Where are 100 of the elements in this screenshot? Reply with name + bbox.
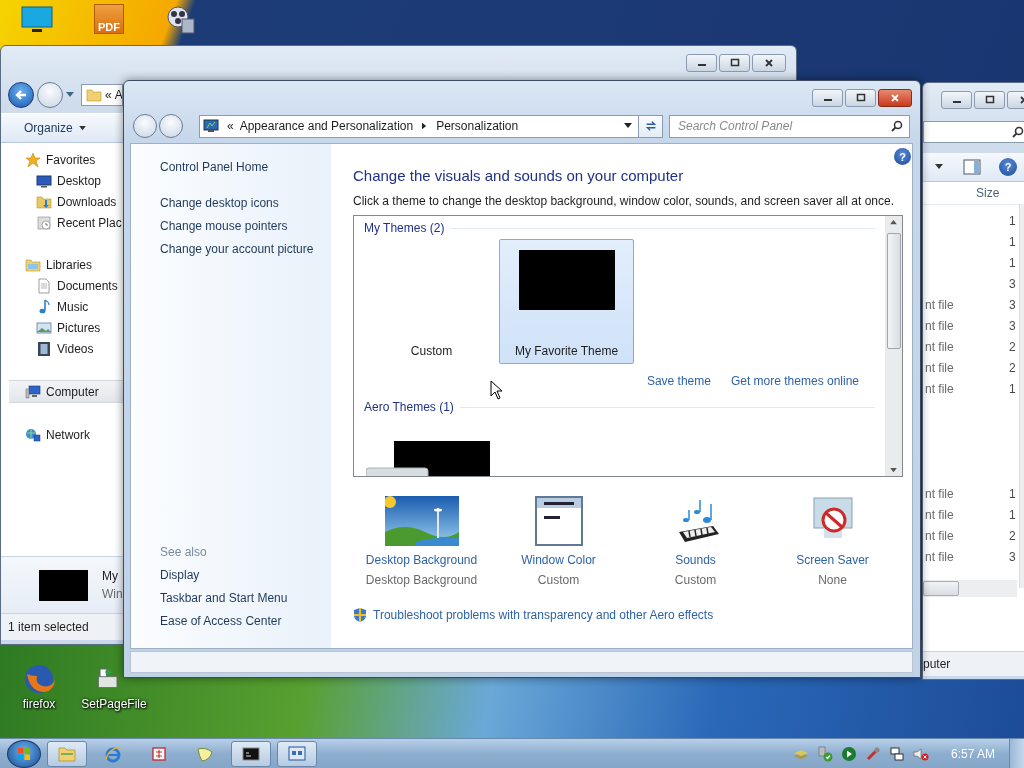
task-link[interactable]: Change desktop icons (160, 196, 331, 211)
see-also-link[interactable]: Ease of Access Center (160, 614, 331, 629)
breadcrumb-item[interactable]: Appearance and Personalization (239, 119, 414, 133)
caret-icon[interactable] (935, 164, 943, 170)
folder-arrow-icon (36, 193, 52, 210)
tree-item[interactable]: Documents (9, 275, 123, 296)
setting-link[interactable]: Sounds (675, 553, 716, 567)
breadcrumb-chevron: « (105, 88, 112, 102)
maximize-icon (984, 95, 995, 105)
theme-tile[interactable]: My Favorite Theme (499, 239, 634, 364)
file-size-cell: 1 (1009, 213, 1016, 228)
theme-group-heading: Aero Themes (1) (364, 400, 454, 414)
search-icon (1012, 126, 1024, 138)
desktop-icon-label[interactable]: SetPageFile (81, 697, 147, 711)
file-size-cell: 1 (1009, 255, 1016, 270)
search-field[interactable] (923, 121, 1024, 143)
theme-thumbnail (39, 569, 88, 601)
setting-link[interactable]: Screen Saver (796, 553, 869, 567)
theme-tile[interactable]: Custom (364, 239, 499, 364)
vertical-scrollbar[interactable] (885, 216, 902, 476)
caret-icon[interactable] (624, 123, 632, 129)
file-type-cell: nt file (925, 318, 954, 333)
setting-value: None (818, 573, 847, 587)
tree-item[interactable]: Recent Plac (9, 212, 123, 233)
task-link[interactable]: Change mouse pointers (160, 219, 331, 234)
maximize-icon (729, 58, 740, 68)
arrow-left-icon (14, 88, 28, 102)
address-bar[interactable]: « A (81, 84, 123, 106)
close-button[interactable] (878, 89, 912, 107)
desktop-icon-label[interactable]: firefox (22, 697, 56, 711)
tree-item[interactable]: Downloads (9, 191, 123, 212)
minimize-button[interactable] (686, 54, 717, 72)
tree-item[interactable]: Desktop (9, 170, 123, 191)
globe-computer-icon (25, 426, 41, 443)
see-also-link[interactable]: Display (160, 568, 331, 583)
search-placeholder: Search Control Panel (678, 119, 793, 133)
breadcrumb-chevron: « (227, 119, 234, 133)
search-field[interactable]: Search Control Panel (669, 114, 910, 138)
setting-value: Custom (537, 573, 580, 587)
setting-link[interactable]: Window Color (521, 553, 596, 567)
file-name: My (102, 569, 119, 583)
search-icon[interactable] (891, 120, 903, 132)
troubleshoot-link[interactable]: Troubleshoot problems with transparency and other Aero effects (373, 608, 714, 622)
file-size-cell: 3 (1009, 318, 1016, 333)
see-also-link[interactable]: Taskbar and Start Menu (160, 591, 331, 606)
maximize-button[interactable] (845, 89, 876, 107)
window-icon (287, 743, 307, 764)
tool-icon[interactable] (864, 745, 881, 762)
landscape-icon[interactable] (384, 496, 459, 546)
status-text: puter (923, 657, 951, 671)
scroll-up-icon[interactable] (890, 220, 897, 225)
file-size-cell: 1 (1009, 507, 1016, 522)
control-panel-home-link[interactable]: Control Panel Home (160, 160, 331, 175)
theme-link[interactable]: Get more themes online (730, 374, 859, 388)
theme-link[interactable]: Save theme (646, 374, 711, 388)
tree-item[interactable]: Libraries (9, 254, 123, 275)
play-icon[interactable] (840, 745, 857, 762)
maximize-button[interactable] (974, 91, 1005, 109)
tree-item[interactable]: Network (9, 424, 123, 445)
preview-pane-icon[interactable] (963, 159, 981, 175)
tree-item[interactable]: Pictures (9, 317, 123, 338)
file-type-cell: nt file (925, 486, 954, 501)
tree-item-label: Computer (46, 384, 99, 399)
taskbar-button[interactable] (231, 740, 271, 767)
setting-link[interactable]: Desktop Background (365, 553, 478, 567)
file-size-cell: 1 (1009, 486, 1016, 501)
caret-icon (78, 125, 86, 131)
maximize-button[interactable] (719, 54, 750, 72)
file-size-cell: 2 (1009, 528, 1016, 543)
file-type-cell: nt file (925, 528, 954, 543)
film-reel-icon[interactable] (164, 4, 198, 36)
breadcrumb-item[interactable]: Personalization (436, 119, 519, 133)
speaker-muted-icon[interactable] (912, 745, 929, 762)
tree-item[interactable]: Music (9, 296, 123, 317)
organize-menu[interactable]: Organize (18, 118, 92, 138)
minimize-button[interactable] (941, 91, 972, 109)
close-icon (764, 58, 774, 68)
scroll-down-icon[interactable] (890, 468, 897, 473)
file-type: Win (102, 587, 123, 601)
address-bar[interactable]: « Appearance and Personalization Personalization (199, 114, 639, 138)
file-type-cell: nt file (925, 360, 954, 375)
tree-item-label: Pictures (57, 320, 101, 335)
network-icon[interactable] (888, 745, 905, 762)
close-button[interactable] (752, 54, 786, 72)
computer-check-icon[interactable] (816, 745, 833, 762)
refresh-button[interactable] (639, 114, 663, 138)
task-link[interactable]: Change your account picture (160, 242, 331, 257)
tree-item-label: Libraries (46, 257, 93, 272)
horizontal-scrollbar[interactable] (923, 580, 1017, 597)
forward-button[interactable] (159, 114, 183, 138)
back-button[interactable] (8, 82, 34, 108)
start-button[interactable] (7, 739, 41, 768)
tree-item[interactable]: Favorites (9, 149, 123, 170)
help-button[interactable]: ? (894, 148, 911, 165)
minimize-button[interactable] (812, 89, 843, 107)
tree-item[interactable]: Computer (9, 380, 123, 403)
file-type-cell: nt file (925, 381, 954, 396)
tree-item-label: Videos (57, 341, 94, 356)
help-button[interactable]: ? (999, 158, 1017, 176)
tree-item[interactable]: Videos (9, 338, 123, 359)
